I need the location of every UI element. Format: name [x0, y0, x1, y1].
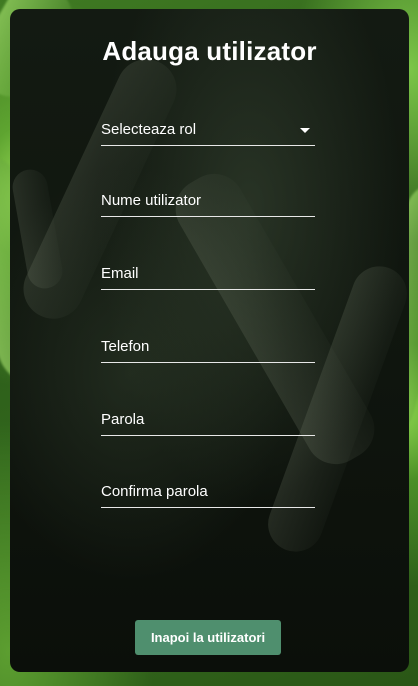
page-title: Adauga utilizator [102, 36, 317, 66]
password-input[interactable] [101, 407, 319, 435]
email-field[interactable]: Email [101, 261, 319, 290]
confirm-password-field[interactable]: Confirma parola [101, 479, 319, 508]
username-input[interactable] [101, 188, 319, 216]
phone-input[interactable] [101, 334, 319, 362]
chevron-down-icon[interactable] [300, 128, 310, 133]
add-user-card: Adauga utilizator Selecteaza rol Nume ut… [10, 9, 409, 672]
role-select[interactable]: Selecteaza rol [101, 119, 315, 146]
back-to-users-button[interactable]: Inapoi la utilizatori [135, 620, 281, 655]
password-field[interactable]: Parola [101, 407, 319, 436]
username-field[interactable]: Nume utilizator [101, 188, 319, 217]
confirm-password-input[interactable] [101, 479, 319, 507]
email-input[interactable] [101, 261, 319, 289]
phone-field[interactable]: Telefon [101, 334, 319, 363]
role-select-label: Selecteaza rol [101, 121, 197, 138]
